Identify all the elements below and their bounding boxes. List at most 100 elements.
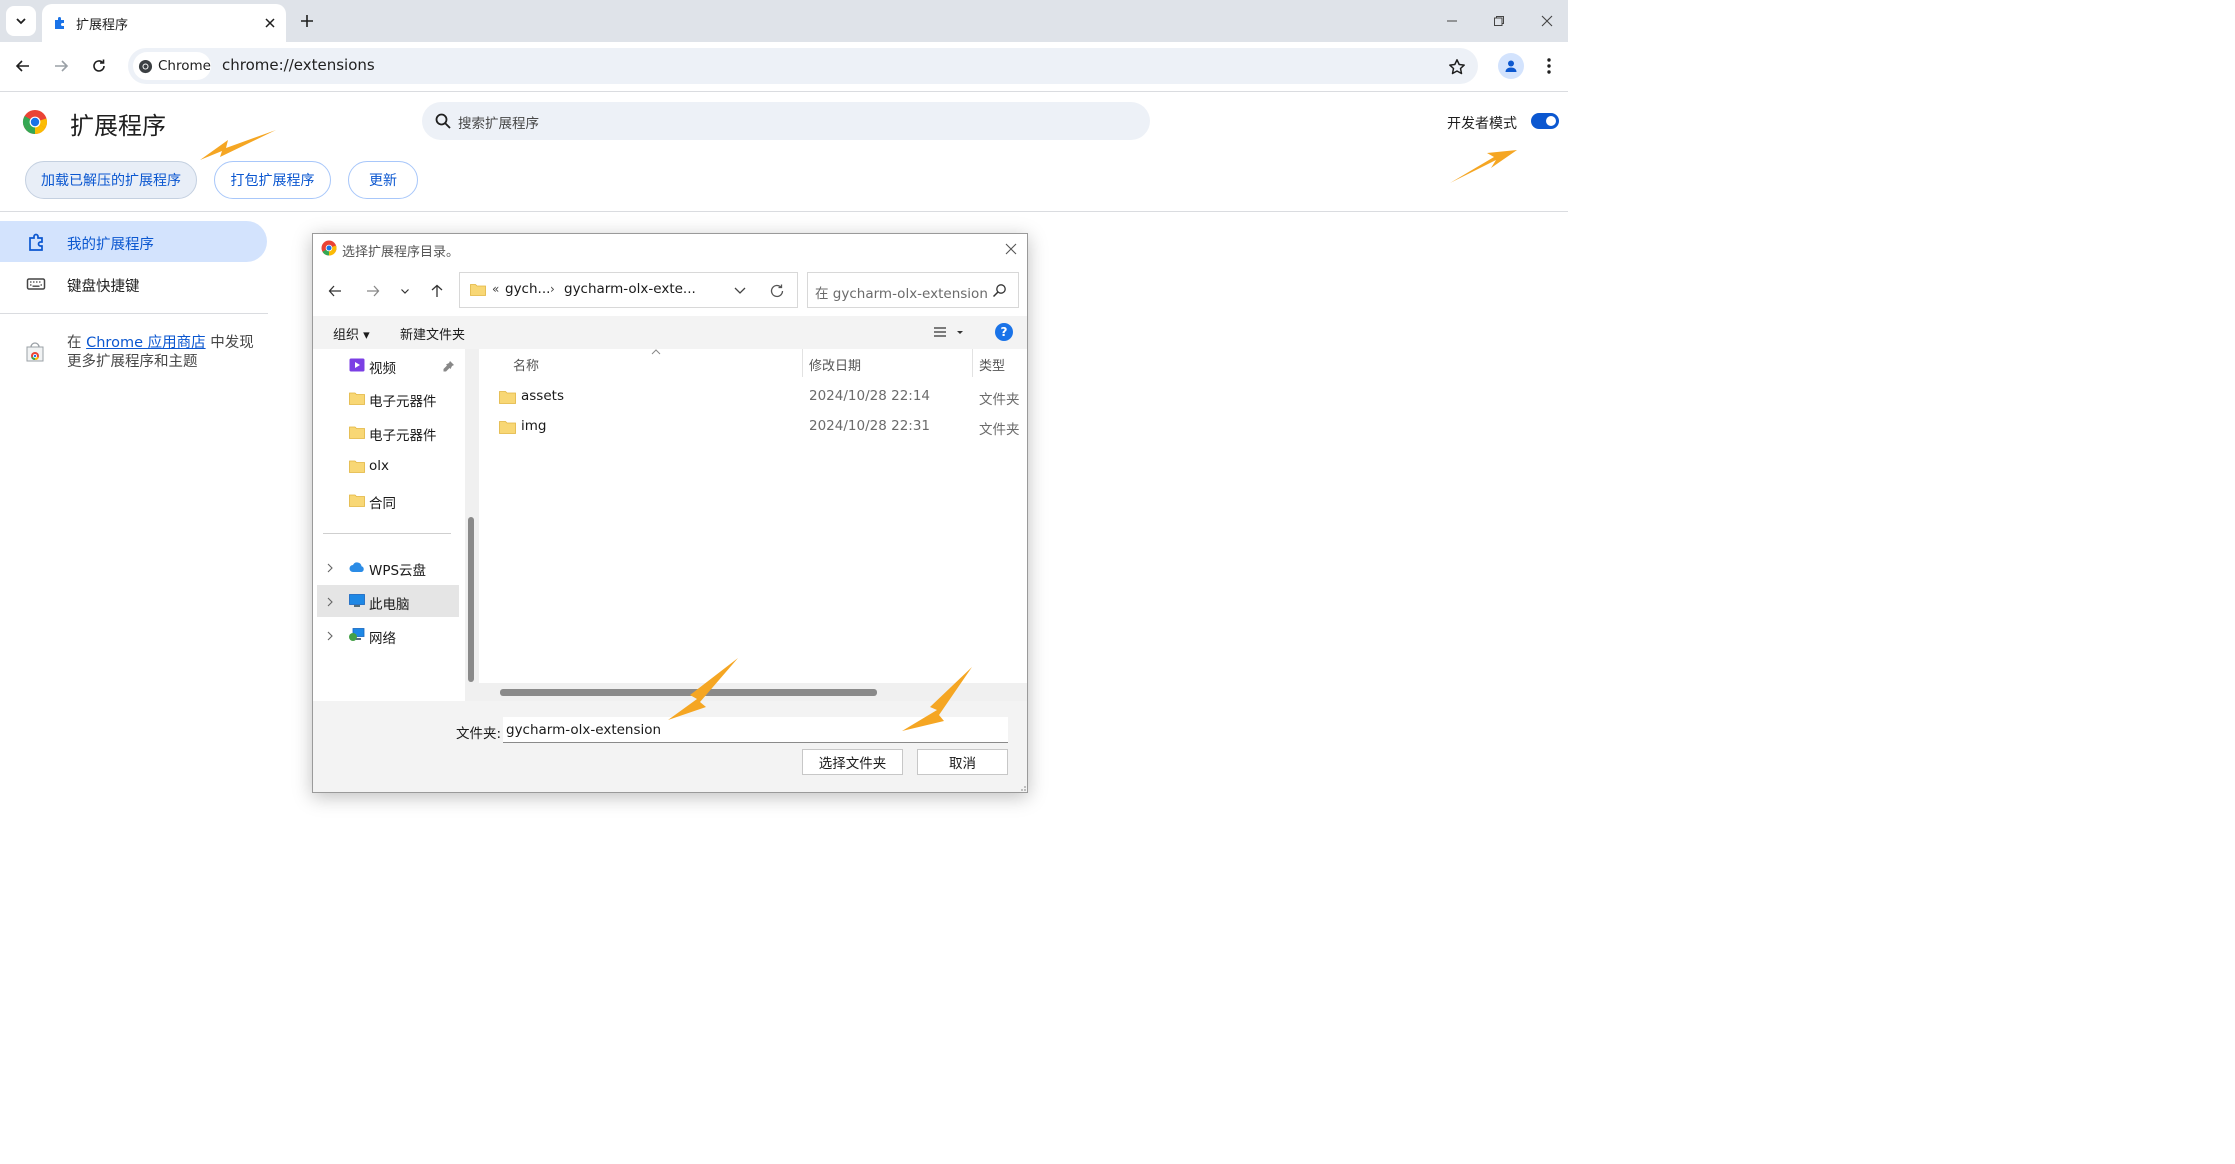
arrow-annotation	[200, 130, 276, 160]
file-row[interactable]: img 2024/10/28 22:31 文件夹	[479, 413, 1027, 441]
update-button[interactable]: 更新	[348, 161, 418, 199]
tree-item-folder[interactable]: 电子元器件	[349, 387, 459, 411]
tree-item-folder[interactable]: 合同	[349, 489, 459, 513]
arrow-up-icon	[431, 284, 443, 297]
folder-name-input[interactable]	[503, 717, 1008, 743]
tree-item-label: 合同	[369, 496, 396, 512]
view-options-icon[interactable]	[933, 326, 965, 340]
search-icon	[435, 113, 451, 129]
sidebar-item-my-extensions[interactable]: 我的扩展程序	[0, 221, 267, 262]
column-header-type[interactable]: 类型	[979, 355, 1005, 374]
tree-divider	[323, 533, 451, 534]
folder-name-label: 文件夹:	[456, 726, 502, 742]
store-prefix: 在	[67, 335, 82, 351]
tree-item-folder[interactable]: 电子元器件	[349, 421, 459, 445]
file-list-scrollbar[interactable]	[479, 683, 1027, 701]
url-text[interactable]: chrome://extensions	[222, 56, 375, 74]
dialog-forward-button[interactable]	[361, 279, 385, 303]
load-unpacked-button[interactable]: 加载已解压的扩展程序	[25, 161, 197, 199]
folder-icon	[349, 494, 365, 507]
profile-avatar[interactable]	[1498, 53, 1524, 79]
select-folder-button[interactable]: 选择文件夹	[802, 749, 903, 775]
address-bar[interactable]: Chrome chrome://extensions	[128, 48, 1478, 84]
forward-button[interactable]	[46, 51, 76, 81]
sidebar-item-keyboard-shortcuts[interactable]: 键盘快捷键	[0, 263, 267, 304]
file-name: assets	[521, 388, 564, 404]
dialog-search-input[interactable]: 在 gycharm-olx-extension...	[807, 272, 1019, 308]
breadcrumb-item[interactable]: gycharm-olx-exte...	[564, 281, 696, 297]
chevron-down-icon[interactable]	[732, 282, 748, 298]
tab-extensions[interactable]: 扩展程序	[42, 4, 286, 42]
more-vert-icon	[1547, 58, 1551, 74]
tree-item-wps-cloud[interactable]: WPS云盘	[349, 556, 459, 580]
scrollbar-thumb[interactable]	[468, 517, 474, 682]
window-close-button[interactable]	[1534, 8, 1560, 34]
file-row[interactable]: assets 2024/10/28 22:14 文件夹	[479, 383, 1027, 411]
dialog-back-button[interactable]	[323, 279, 347, 303]
cancel-button[interactable]: 取消	[917, 749, 1008, 775]
puzzle-icon	[29, 233, 43, 251]
developer-mode-toggle[interactable]	[1531, 113, 1559, 129]
close-tab-button[interactable]	[260, 13, 280, 33]
arrow-right-icon	[55, 60, 69, 72]
pin-icon	[443, 361, 454, 372]
chip-label: Chrome	[158, 58, 211, 74]
arrow-left-icon	[328, 285, 341, 297]
new-folder-button[interactable]: 新建文件夹	[400, 324, 465, 343]
tree-item-network[interactable]: 网络	[349, 624, 459, 648]
dialog-address-bar[interactable]: « gych... › gycharm-olx-exte...	[459, 272, 798, 308]
close-icon	[1005, 243, 1017, 255]
tree-item-videos[interactable]: 视频	[349, 354, 459, 378]
extensions-search-input[interactable]: 搜索扩展程序	[422, 102, 1150, 140]
arrow-right-icon	[367, 285, 380, 297]
chrome-logo-icon	[22, 110, 47, 134]
dialog-close-button[interactable]	[1001, 239, 1021, 259]
dialog-command-bar: 组织 ▾ 新建文件夹 ?	[313, 316, 1027, 349]
web-store-link[interactable]: Chrome 应用商店	[86, 335, 205, 351]
new-tab-button[interactable]	[296, 10, 318, 32]
person-icon	[1505, 60, 1517, 72]
help-icon[interactable]: ?	[995, 323, 1013, 341]
navigation-scrollbar[interactable]	[465, 349, 479, 701]
breadcrumb-item[interactable]: gych...	[505, 281, 550, 297]
plus-icon	[301, 15, 313, 27]
bookmark-star-button[interactable]	[1446, 56, 1468, 78]
sidebar-divider	[0, 313, 268, 314]
organize-menu[interactable]: 组织 ▾	[333, 324, 370, 343]
resize-grip-icon[interactable]	[1017, 782, 1027, 792]
chevron-right-icon[interactable]	[325, 563, 335, 573]
close-icon	[265, 18, 275, 28]
tab-search-button[interactable]	[6, 6, 36, 36]
tab-title: 扩展程序	[76, 18, 129, 33]
column-divider[interactable]	[972, 349, 973, 377]
breadcrumb-overflow[interactable]: «	[492, 282, 499, 296]
column-header-date[interactable]: 修改日期	[809, 355, 861, 374]
site-info-chip[interactable]: Chrome	[133, 52, 211, 80]
reload-button[interactable]	[84, 51, 114, 81]
recent-locations-button[interactable]	[393, 279, 417, 303]
minimize-button[interactable]	[1439, 8, 1465, 34]
tree-item-this-pc[interactable]: 此电脑	[349, 590, 459, 614]
folder-icon	[349, 460, 365, 473]
pack-extension-button[interactable]: 打包扩展程序	[214, 161, 331, 199]
breadcrumb-separator: ›	[550, 282, 555, 296]
cloud-icon	[349, 562, 364, 572]
chrome-menu-button[interactable]	[1538, 53, 1560, 79]
tree-item-folder[interactable]: olx	[349, 455, 459, 479]
minimize-icon	[1447, 20, 1457, 22]
column-header-name[interactable]: 名称	[513, 355, 539, 374]
restore-button[interactable]	[1486, 8, 1512, 34]
tree-item-label: 电子元器件	[369, 428, 437, 444]
column-divider[interactable]	[802, 349, 803, 377]
chevron-right-icon[interactable]	[325, 597, 335, 607]
arrow-left-icon	[15, 60, 29, 72]
tree-item-label: 网络	[369, 631, 396, 647]
dialog-search-placeholder: 在 gycharm-olx-extension...	[815, 286, 987, 302]
tree-item-label: WPS云盘	[369, 563, 427, 579]
chevron-right-icon[interactable]	[325, 631, 335, 641]
close-icon	[1541, 15, 1553, 27]
up-folder-button[interactable]	[425, 279, 449, 303]
refresh-icon[interactable]	[768, 282, 786, 300]
back-button[interactable]	[8, 51, 38, 81]
scrollbar-thumb[interactable]	[500, 689, 877, 696]
